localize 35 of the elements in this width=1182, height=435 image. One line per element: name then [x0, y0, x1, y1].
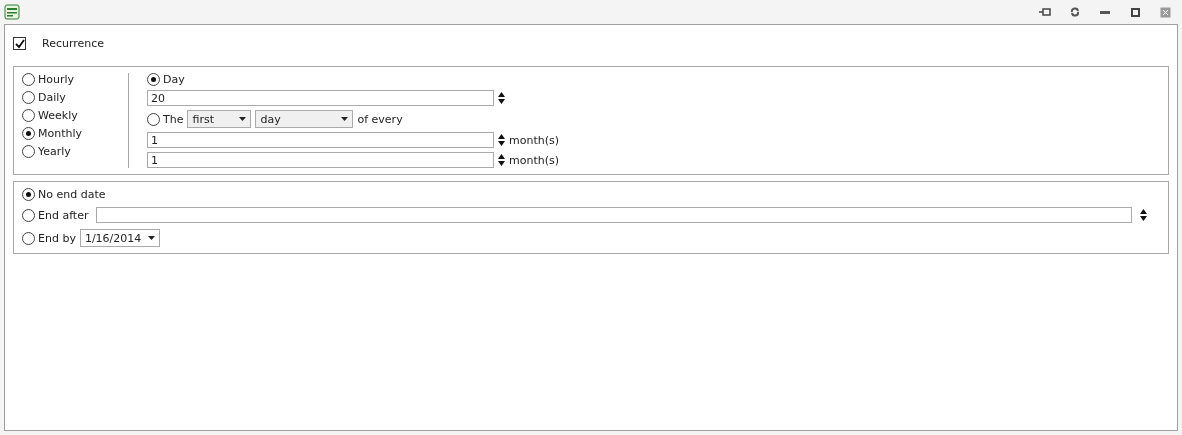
- radio-button[interactable]: End by: [22, 231, 76, 245]
- pin-icon: [1039, 8, 1051, 16]
- radio-button[interactable]: The: [147, 112, 184, 126]
- ordinal-dropdown[interactable]: first: [187, 110, 252, 128]
- month-interval-field[interactable]: 1: [147, 132, 494, 148]
- maximize-icon: [1130, 7, 1140, 17]
- radio-button[interactable]: End after: [22, 208, 89, 222]
- radio-button[interactable]: Monthly: [22, 127, 120, 140]
- radio-button[interactable]: Daily: [22, 91, 120, 104]
- spinner-arrows-icon[interactable]: [498, 91, 505, 105]
- caret-icon: [147, 236, 155, 240]
- occurrences-field[interactable]: [96, 207, 1133, 223]
- radio-button[interactable]: Day: [147, 73, 559, 86]
- caret-icon: [341, 117, 349, 121]
- day-number-field[interactable]: 20: [147, 90, 494, 106]
- recurrence-label: Recurrence: [42, 37, 105, 50]
- months-label: month(s): [509, 153, 559, 167]
- caret-icon: [239, 117, 247, 121]
- spinner-arrows-icon[interactable]: [1140, 208, 1148, 222]
- month-interval-field[interactable]: 1: [147, 152, 494, 168]
- app-icon: [4, 4, 20, 20]
- refresh-icon: [1070, 7, 1080, 17]
- of-every-label: of every: [357, 112, 403, 126]
- end-date-picker[interactable]: 1/16/2014: [79, 229, 160, 247]
- minimize-icon: [1100, 10, 1110, 14]
- spinner-arrows-icon[interactable]: [498, 153, 505, 167]
- weekday-dropdown[interactable]: day: [255, 110, 354, 128]
- radio-button[interactable]: Yearly: [22, 145, 120, 158]
- months-label: month(s): [509, 133, 559, 147]
- radio-button[interactable]: Hourly: [22, 73, 120, 86]
- close-icon: [1159, 6, 1171, 18]
- radio-button[interactable]: Weekly: [22, 109, 120, 122]
- spinner-arrows-icon[interactable]: [498, 133, 505, 147]
- radio-button[interactable]: No end date: [22, 188, 106, 201]
- recurrence-checkbox[interactable]: [13, 37, 26, 50]
